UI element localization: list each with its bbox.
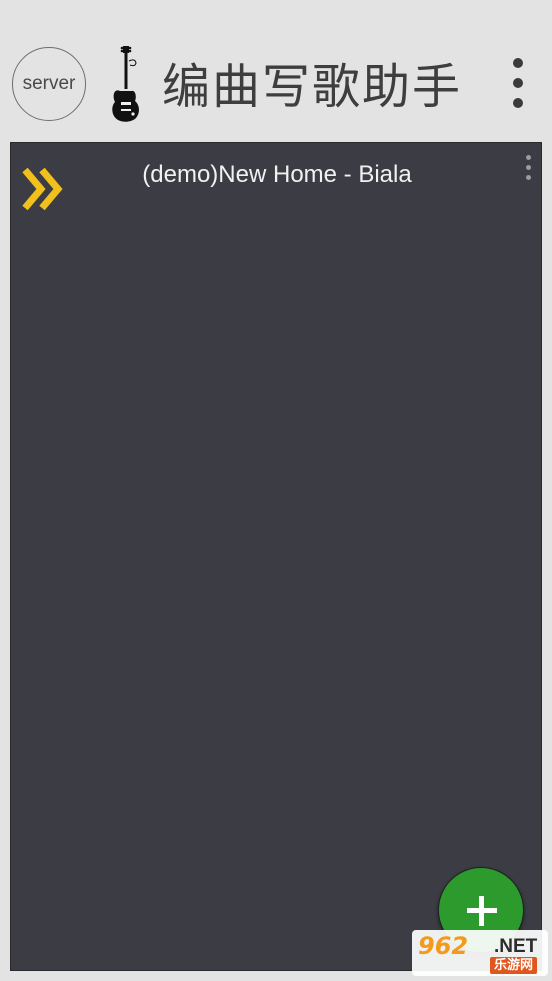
watermark-domain: .NET — [494, 936, 538, 957]
menu-dot — [526, 155, 531, 160]
watermark-site-name: 乐游网 — [490, 957, 538, 974]
guitar-icon — [112, 46, 139, 122]
song-panel: (demo)New Home - Biala — [10, 142, 542, 971]
app-title: 编曲写歌助手 — [162, 59, 463, 115]
menu-dot — [513, 98, 523, 108]
menu-dot — [526, 175, 531, 180]
menu-dot — [526, 165, 531, 170]
plus-icon — [479, 896, 484, 926]
watermark: 962 .NET 乐游网 — [412, 930, 548, 976]
menu-dot — [513, 58, 523, 68]
app-bar: server 编曲写歌助手 — [0, 0, 552, 142]
server-button[interactable]: server — [12, 47, 86, 121]
menu-dot — [513, 78, 523, 88]
more-vert-icon[interactable] — [504, 58, 532, 108]
double-chevron-right-icon[interactable] — [21, 166, 67, 212]
more-vert-icon[interactable] — [521, 155, 535, 183]
watermark-logo: 962 — [418, 932, 469, 960]
song-title[interactable]: (demo)New Home - Biala — [71, 157, 483, 193]
